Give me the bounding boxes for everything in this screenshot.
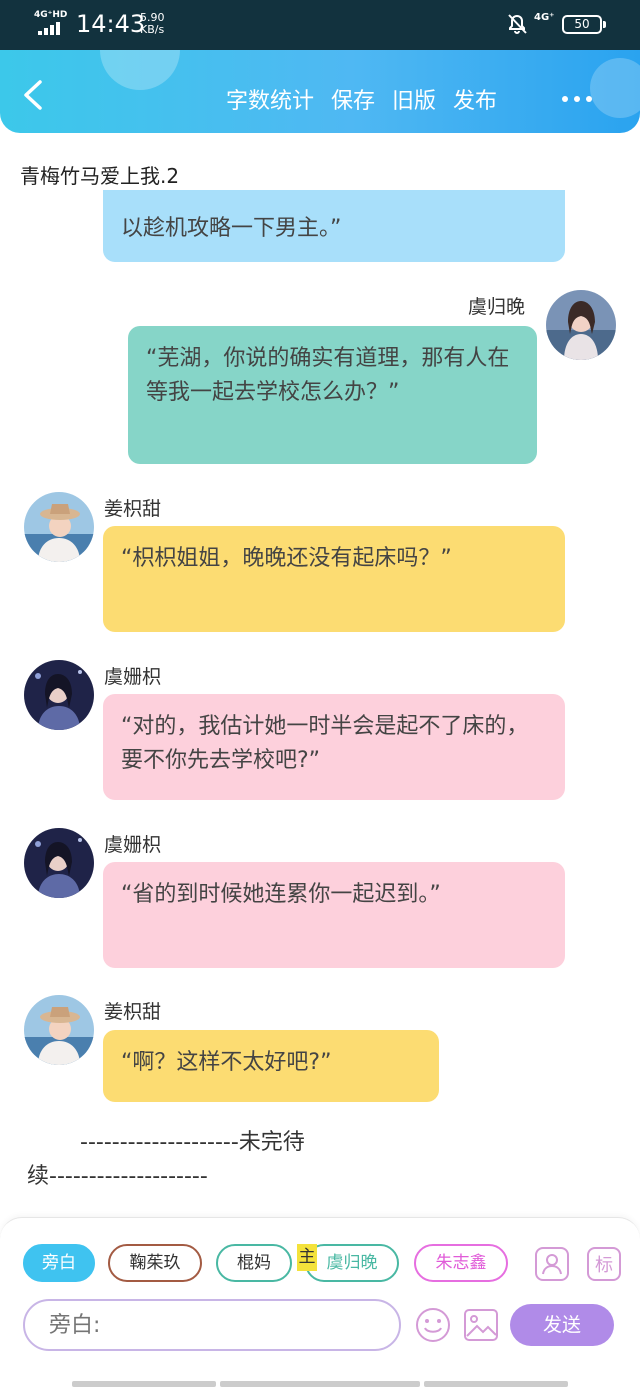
chat-bubble[interactable]: “对的，我估计她一时半会是起不了床的，要不你先去学校吧?” <box>103 694 565 800</box>
speaker-name: 虞姗枳 <box>104 834 162 856</box>
ending-line-1: --------------------未完待 <box>80 1130 305 1155</box>
clock: 14:43 <box>76 10 146 38</box>
app-header: 字数统计 保存 旧版 发布 <box>0 50 640 133</box>
chat-bubble[interactable]: “省的到时候她连累你一起迟到。” <box>103 862 565 968</box>
bubble-text: “啊？这样不太好吧?” <box>121 1050 332 1075</box>
message-input[interactable] <box>23 1299 401 1351</box>
main-role-flag: 主 <box>297 1244 317 1271</box>
smiley-icon[interactable] <box>414 1306 452 1344</box>
bubble-text: 以趁机攻略一下男主。” <box>121 216 342 241</box>
role-chip[interactable]: 朱志鑫 <box>414 1244 508 1282</box>
role-chip[interactable]: 鞠茱玖 <box>108 1244 202 1282</box>
more-dots-icon[interactable] <box>562 96 592 102</box>
avatar-image <box>546 290 616 360</box>
avatar[interactable] <box>24 828 94 898</box>
speaker-name: 虞姗枳 <box>104 666 162 688</box>
nav-gesture-bar <box>220 1381 420 1387</box>
bubble-text: “对的，我估计她一时半会是起不了床的，要不你先去学校吧?” <box>121 714 529 773</box>
decor-bubble <box>100 50 180 90</box>
network-indicator: 4G⁺HD <box>34 10 68 20</box>
person-add-icon[interactable] <box>534 1246 570 1282</box>
speed-unit: KB/s <box>140 23 165 36</box>
image-icon[interactable] <box>462 1306 500 1344</box>
document-title: 青梅竹马爱上我.2 <box>20 164 180 188</box>
avatar-image <box>24 492 94 562</box>
avatar-image <box>24 995 94 1065</box>
role-chip[interactable]: 棍妈 <box>216 1244 292 1282</box>
bubble-text: “芜湖，你说的确实有道理，那有人在等我一起去学校怎么办？” <box>146 346 510 405</box>
chat-area[interactable]: 以趁机攻略一下男主。” 虞归晚 “芜湖，你说的确实有道理，那有人在等我一起去学校… <box>0 190 640 1212</box>
old-version-button[interactable]: 旧版 <box>392 83 436 115</box>
network-speed: 5.90 KB/s <box>140 12 165 36</box>
status-bar: 4G⁺HD 14:43 5.90 KB/s 4G⁺ 50 <box>0 0 640 50</box>
chat-bubble[interactable]: 以趁机攻略一下男主。” <box>103 190 565 262</box>
save-button[interactable]: 保存 <box>331 83 375 115</box>
avatar[interactable] <box>24 492 94 562</box>
send-button[interactable]: 发送 <box>510 1304 614 1346</box>
speaker-name: 姜枳甜 <box>104 1001 162 1023</box>
role-chip-narration[interactable]: 旁白 <box>23 1244 95 1282</box>
network-indicator-2: 4G⁺ <box>534 12 555 23</box>
chat-bubble[interactable]: “啊？这样不太好吧?” <box>103 1030 439 1102</box>
chat-bubble[interactable]: “芜湖，你说的确实有道理，那有人在等我一起去学校怎么办？” <box>128 326 537 464</box>
bubble-text: “省的到时候她连累你一起迟到。” <box>121 882 441 907</box>
back-chevron-icon[interactable] <box>18 78 48 112</box>
nav-gesture-bar <box>424 1381 568 1387</box>
publish-button[interactable]: 发布 <box>453 83 497 115</box>
chat-bubble[interactable]: “枳枳姐姐，晚晚还没有起床吗？” <box>103 526 565 632</box>
word-count-button[interactable]: 字数统计 <box>226 83 314 115</box>
avatar[interactable] <box>546 290 616 360</box>
avatar-image <box>24 828 94 898</box>
header-actions: 字数统计 保存 旧版 发布 <box>226 83 497 115</box>
speaker-name: 姜枳甜 <box>104 498 162 520</box>
ending-line-2: 续-------------------- <box>27 1164 208 1189</box>
svg-text:标: 标 <box>595 1255 613 1276</box>
bell-muted-icon <box>508 14 527 34</box>
avatar[interactable] <box>24 660 94 730</box>
decor-bubble <box>590 58 640 118</box>
battery-icon: 50 <box>562 15 606 34</box>
nav-gesture-bar <box>72 1381 216 1387</box>
signal-icon <box>38 22 60 35</box>
role-chip[interactable]: 虞归晚 <box>305 1244 399 1282</box>
speaker-name: 虞归晚 <box>468 296 526 318</box>
tag-icon[interactable]: 标 <box>586 1246 622 1282</box>
bubble-text: “枳枳姐姐，晚晚还没有起床吗？” <box>121 546 452 571</box>
avatar[interactable] <box>24 995 94 1065</box>
avatar-image <box>24 660 94 730</box>
